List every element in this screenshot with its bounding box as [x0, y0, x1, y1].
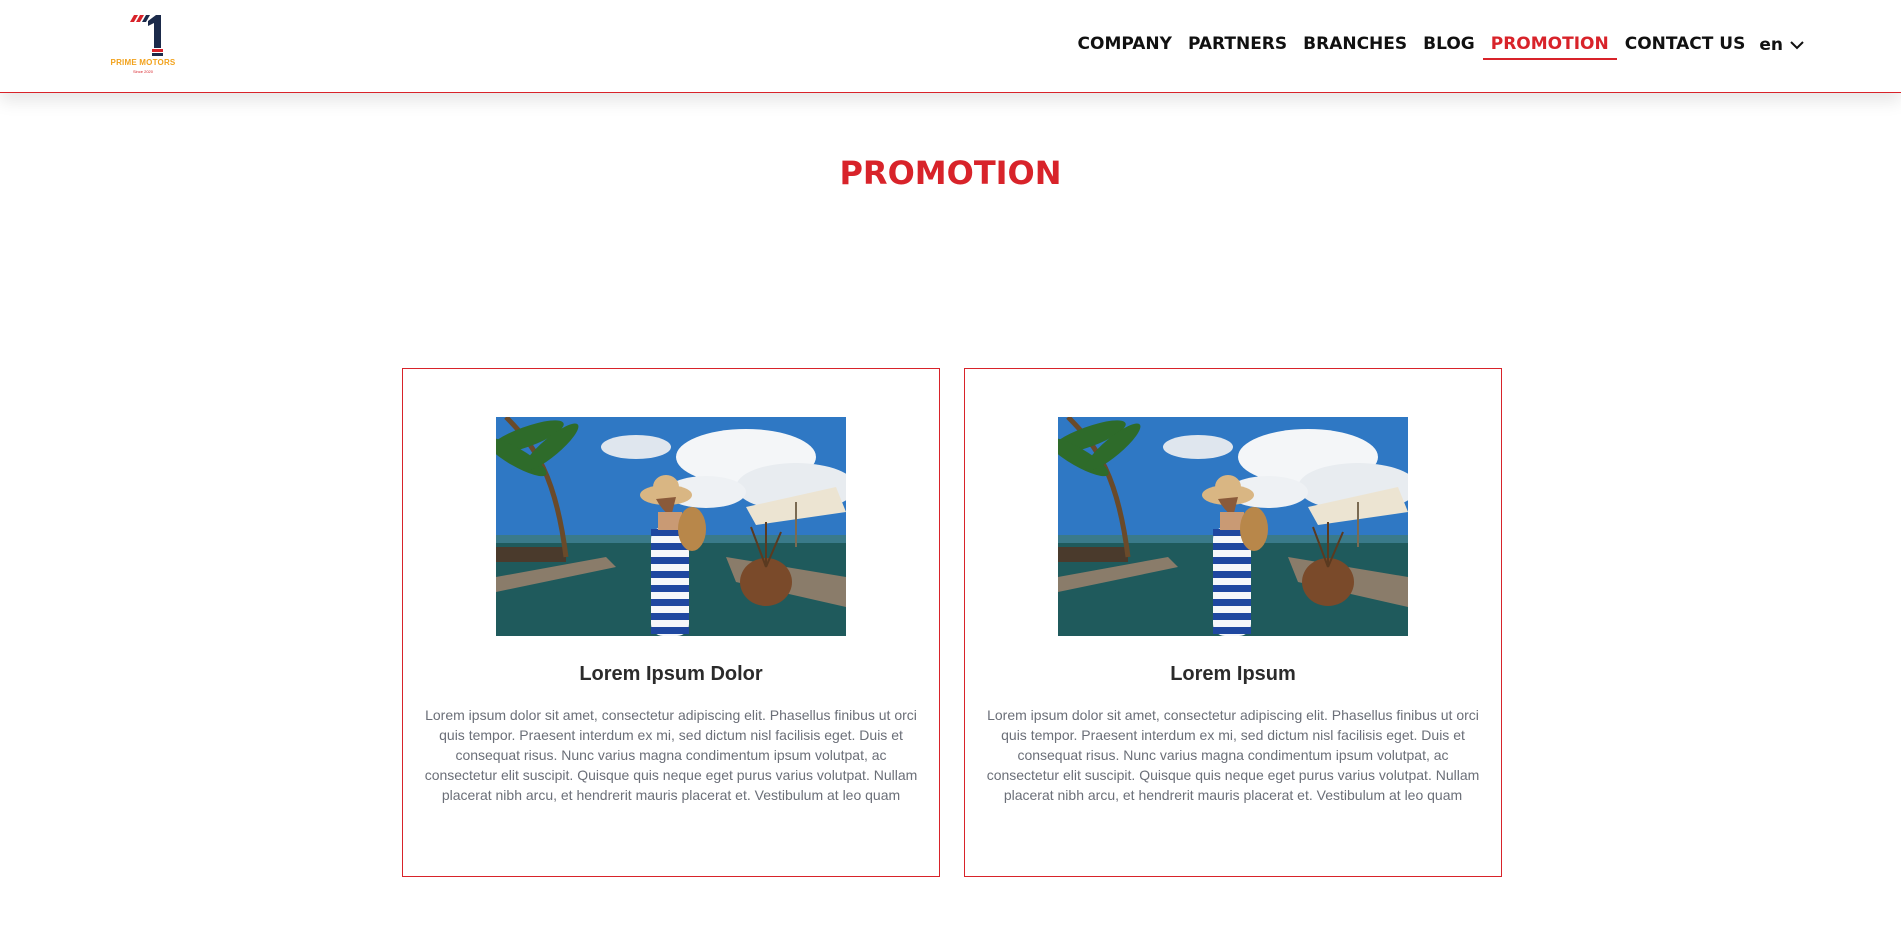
- promotion-image: [496, 417, 846, 636]
- nav-contact-us[interactable]: CONTACT US: [1617, 30, 1754, 60]
- promotion-card[interactable]: Lorem Ipsum Lorem ipsum dolor sit amet, …: [964, 368, 1502, 877]
- promotion-description: Lorem ipsum dolor sit amet, consectetur …: [986, 707, 1480, 803]
- promotion-image: [1058, 417, 1408, 636]
- promotion-title: Lorem Ipsum Dolor: [579, 663, 763, 685]
- nav-partners[interactable]: PARTNERS: [1180, 30, 1295, 60]
- page-title: PROMOTION: [839, 154, 1062, 192]
- logo-brand-text: PRIME MOTORS: [110, 58, 176, 67]
- site-header: PRIME MOTORS Since 2020 COMPANY PARTNERS…: [0, 0, 1901, 93]
- nav-company[interactable]: COMPANY: [1070, 30, 1180, 60]
- promotion-description: Lorem ipsum dolor sit amet, consectetur …: [424, 707, 918, 803]
- main-nav: COMPANY PARTNERS BRANCHES BLOG PROMOTION…: [1070, 30, 1805, 60]
- language-value: en: [1759, 35, 1783, 55]
- promotion-title: Lorem Ipsum: [1170, 663, 1296, 685]
- logo-since-text: Since 2020: [132, 69, 153, 74]
- promotion-card[interactable]: Lorem Ipsum Dolor Lorem ipsum dolor sit …: [402, 368, 940, 877]
- nav-promotion[interactable]: PROMOTION: [1482, 30, 1617, 60]
- nav-branches[interactable]: BRANCHES: [1295, 30, 1415, 60]
- chevron-down-icon: [1790, 41, 1804, 50]
- nav-blog[interactable]: BLOG: [1415, 30, 1483, 60]
- prime-motors-logo[interactable]: PRIME MOTORS Since 2020: [106, 14, 180, 76]
- logo-mark-icon: [130, 15, 163, 56]
- language-selector[interactable]: en: [1759, 35, 1805, 55]
